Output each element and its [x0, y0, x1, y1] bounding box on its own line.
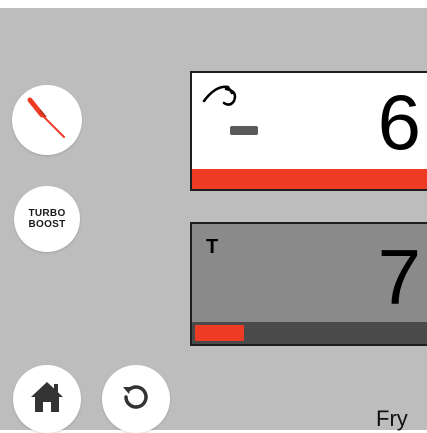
basket-hook-icon: [202, 81, 242, 116]
reset-button[interactable]: [102, 365, 170, 433]
t-label: T: [206, 236, 219, 258]
refresh-icon: [118, 379, 154, 420]
bottom-progress-track: [192, 322, 427, 344]
top-value: 6: [377, 78, 421, 166]
turbo-label: TURBO: [28, 208, 66, 219]
boost-label: BOOST: [28, 219, 66, 230]
bottom-progress-fill: [195, 325, 245, 341]
probe-button[interactable]: [12, 85, 82, 155]
mode-label: Fry: [376, 406, 408, 431]
top-progress-bar: [192, 169, 427, 189]
probe-icon: [24, 95, 70, 146]
home-icon: [29, 380, 65, 419]
bottom-display-panel[interactable]: T 7: [190, 222, 427, 346]
dash-indicator: [230, 126, 258, 135]
control-screen: TURBO BOOST 6 T 7: [0, 8, 427, 433]
top-display-panel[interactable]: 6: [190, 71, 427, 191]
home-button[interactable]: [13, 365, 81, 433]
turbo-boost-button[interactable]: TURBO BOOST: [14, 186, 80, 252]
bottom-value: 7: [377, 233, 421, 321]
